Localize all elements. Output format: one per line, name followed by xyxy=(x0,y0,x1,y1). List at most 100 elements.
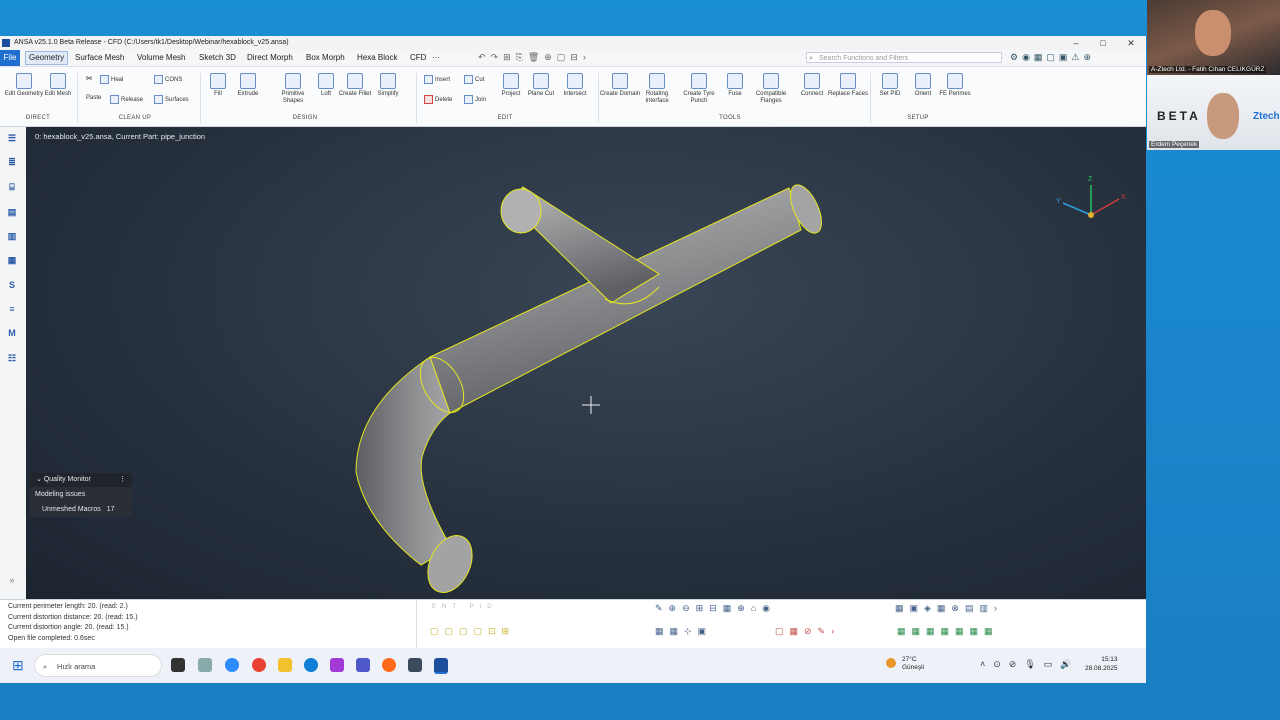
minimize-button[interactable]: – xyxy=(1065,37,1087,49)
join-button[interactable]: Join xyxy=(464,95,486,104)
more-options-icon[interactable]: ⋮ xyxy=(119,473,132,487)
delete-button[interactable]: Delete xyxy=(424,95,452,104)
menu-hexa-block[interactable]: Hexa Block xyxy=(357,53,397,62)
ansa-taskbar-icon[interactable] xyxy=(434,658,448,674)
insert-button[interactable]: Insert xyxy=(424,75,450,84)
group-cleanup-label: CLEAN UP xyxy=(118,115,152,121)
release-button[interactable]: Release xyxy=(110,95,143,104)
teams-icon[interactable] xyxy=(356,658,370,672)
project-icon xyxy=(503,73,519,89)
extrude-button[interactable]: Extrude xyxy=(227,73,269,98)
intersect-button[interactable]: Intersect xyxy=(554,73,596,98)
windows-taskbar: ⊞ ⌕ Hızlı arama 27°C Güneşli ˄⊙⊘🎙▭🔊 15:13… xyxy=(0,648,1146,683)
group-separator xyxy=(77,73,78,123)
compatible-flanges-button[interactable]: Compatible Flanges xyxy=(750,73,792,105)
unmeshed-count: 17 xyxy=(106,506,115,513)
zoom-icon[interactable] xyxy=(225,658,239,672)
expand-icon[interactable]: » xyxy=(6,575,18,586)
rotating-interface-icon xyxy=(649,73,665,89)
layers-icon[interactable]: ▦ xyxy=(6,255,18,266)
menu-volume-mesh[interactable]: Volume Mesh xyxy=(137,53,185,62)
log-line: Current distortion distance: 20. (read: … xyxy=(8,613,138,621)
cons-button[interactable]: CONS xyxy=(154,75,182,84)
quality-monitor-header[interactable]: ⌄ Quality Monitor ⋮ xyxy=(30,473,132,487)
tray-icons[interactable]: ˄⊙⊘🎙▭🔊 xyxy=(980,659,1079,670)
fill-icon xyxy=(210,73,226,89)
firefox-icon[interactable] xyxy=(382,658,396,672)
extrude-icon xyxy=(240,73,256,89)
heal-icon xyxy=(100,75,109,84)
cons-icon xyxy=(154,75,163,84)
menu-box-morph[interactable]: Box Morph xyxy=(306,53,345,62)
edit-mesh-button[interactable]: Edit Mesh xyxy=(37,73,79,98)
checks-icon[interactable]: ☷ xyxy=(6,353,18,364)
quick-access-toolbar[interactable]: ↶↷⊞⎘🗑⊕▢⊟› xyxy=(478,52,591,63)
weather-widget[interactable]: 27°C Güneşli xyxy=(886,656,924,672)
windows-start-icon[interactable]: ⊞ xyxy=(12,658,26,672)
list-icon[interactable]: ☰ xyxy=(6,133,18,144)
view-toolbar-row2[interactable]: ▦▦⊹▣ xyxy=(655,626,712,637)
right-toolbar-icons[interactable]: ⚙◉▦▢▣⚠⊕ xyxy=(1010,52,1095,63)
modeling-issues-label: Modeling issues xyxy=(35,491,86,498)
search-functions-input[interactable]: ⌕ Search Functions and Filters xyxy=(806,52,1002,63)
s-panel-icon[interactable]: S xyxy=(6,280,18,291)
axis-triad: Z Y X xyxy=(1056,176,1126,218)
taskbar-clock[interactable]: 15:13 28.08.2025 xyxy=(1085,655,1118,673)
axis-z-label: Z xyxy=(1088,176,1093,183)
ribbon-toolbar: Edit Geometry Edit Mesh DIRECT ⋈ Heal CO… xyxy=(0,67,1146,127)
cut-button[interactable]: Cut xyxy=(464,75,484,84)
file-explorer-icon[interactable] xyxy=(278,658,292,672)
rotating-interface-button[interactable]: Rotating Interface xyxy=(636,73,678,105)
menu-more[interactable]: ··· xyxy=(432,53,440,62)
menu-sketch-3d[interactable]: Sketch 3D xyxy=(199,53,236,62)
draw-toolbar-row2[interactable]: ▢▢▢▢⊡⊞ xyxy=(430,626,515,637)
pipe-model[interactable]: Z Y X xyxy=(26,127,1146,599)
menu-file[interactable]: File xyxy=(0,50,20,66)
insert-icon xyxy=(424,75,433,84)
cut-toolbar-row2[interactable]: ▢▦⊘✎› xyxy=(775,626,840,637)
parts-icon[interactable]: ▤ xyxy=(6,207,18,218)
3d-viewport[interactable]: 0: hexablock_v25.ansa, Current Part: pip… xyxy=(26,127,1146,599)
view-toolbar-row1-right[interactable]: ▦▣◈▦⊗▤▥› xyxy=(895,603,1003,614)
replace-faces-button[interactable]: Replace Faces xyxy=(827,73,869,98)
group-separator xyxy=(416,73,417,123)
log-line: Current perimeter length: 20. (read: 2.) xyxy=(8,603,128,610)
mesh-toolbar-row2[interactable]: ▦▦▦▦▦▦▦ xyxy=(897,626,999,637)
tree-icon[interactable]: ≣ xyxy=(6,157,18,168)
ansa-logo-icon xyxy=(2,39,10,47)
paste-button[interactable]: Paste xyxy=(86,95,101,101)
primitive-shapes-icon xyxy=(285,73,301,89)
log-line: Open file completed: 0.6sec xyxy=(8,634,95,642)
heal-sep-icon: ⋈ xyxy=(86,76,92,82)
simplify-button[interactable]: Simplify xyxy=(367,73,409,98)
close-button[interactable]: ✕ xyxy=(1120,37,1142,49)
notes-icon[interactable]: ≡ xyxy=(6,304,18,315)
menu-surface-mesh[interactable]: Surface Mesh xyxy=(75,53,124,62)
menu-cfd[interactable]: CFD xyxy=(410,53,426,62)
edge-icon[interactable] xyxy=(304,658,318,672)
app-icon[interactable] xyxy=(330,658,344,672)
create-domain-button[interactable]: Create Domain xyxy=(599,73,641,98)
menu-geometry[interactable]: Geometry xyxy=(25,51,69,65)
chrome-icon[interactable] xyxy=(252,658,266,672)
ent-pid-toggle[interactable]: ENT PID xyxy=(432,604,498,610)
view-toolbar-row1[interactable]: ✎⊕⊖⊞⊟▦⊕⌂◉ xyxy=(655,603,776,614)
fe-perimes-button[interactable]: FE Perimes xyxy=(934,73,976,98)
settings-icon[interactable] xyxy=(198,658,212,672)
maximize-button[interactable]: □ xyxy=(1092,37,1114,49)
surfaces-button[interactable]: Surfaces xyxy=(154,95,189,104)
menu-direct-morph[interactable]: Direct Morph xyxy=(247,53,293,62)
unmeshed-macros-row[interactable]: Unmeshed Macros 17 xyxy=(30,502,132,517)
edit-geometry-icon xyxy=(16,73,32,89)
heal-button[interactable]: Heal xyxy=(100,75,123,84)
m-panel-icon[interactable]: M xyxy=(6,328,18,339)
sets-icon[interactable]: ▥ xyxy=(6,231,18,242)
filter-icon[interactable]: ⌸ xyxy=(6,182,18,193)
search-icon: ⌕ xyxy=(43,662,48,671)
terminal-icon[interactable] xyxy=(171,658,185,672)
replace-faces-icon xyxy=(840,73,856,89)
compatible-flanges-icon xyxy=(763,73,779,89)
taskbar-search[interactable]: ⌕ Hızlı arama xyxy=(34,654,162,677)
search-icon: ⌕ xyxy=(809,55,813,62)
cmd-icon[interactable] xyxy=(408,658,422,672)
